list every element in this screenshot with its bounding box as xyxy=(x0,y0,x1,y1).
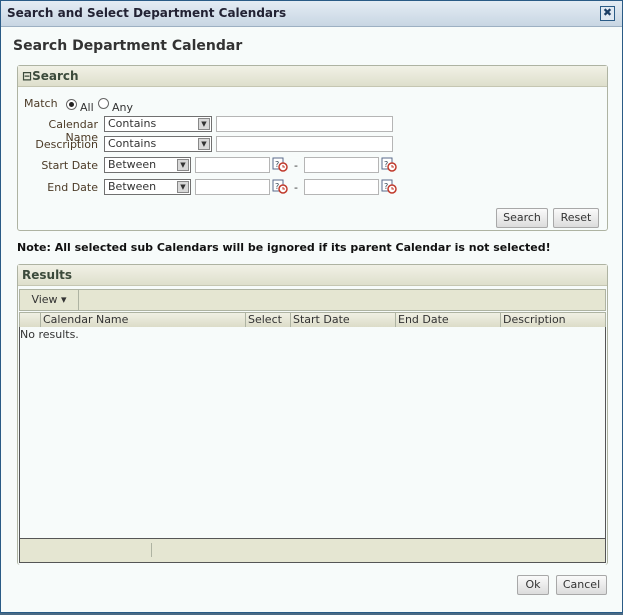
search-panel-header[interactable]: ⊟Search xyxy=(18,66,607,87)
match-all-radio[interactable] xyxy=(66,99,77,110)
chevron-down-icon: ▼ xyxy=(177,159,189,171)
range-separator: - xyxy=(294,159,298,172)
column-calendar-name[interactable]: Calendar Name xyxy=(40,313,245,327)
column-description[interactable]: Description xyxy=(500,313,607,327)
collapse-icon[interactable]: ⊟ xyxy=(22,69,32,83)
column-start-date[interactable]: Start Date xyxy=(290,313,395,327)
range-separator: - xyxy=(294,181,298,194)
status-divider xyxy=(151,543,152,557)
column-end-date[interactable]: End Date xyxy=(395,313,500,327)
cancel-button[interactable]: Cancel xyxy=(556,575,607,595)
calendar-picker-icon[interactable]: ? xyxy=(272,178,288,194)
match-all-label: All xyxy=(80,101,94,114)
calendar-picker-icon[interactable]: ? xyxy=(381,156,397,172)
chevron-down-icon: ▼ xyxy=(198,138,210,150)
column-select[interactable]: Select xyxy=(245,313,288,327)
description-label: Description xyxy=(35,138,98,151)
chevron-down-icon: ▼ xyxy=(177,181,189,193)
start-date-from-input[interactable] xyxy=(195,157,270,173)
search-panel: ⊟Search Match All Any Calendar Name Cont… xyxy=(17,65,608,231)
results-table-body: No results. xyxy=(19,327,606,539)
results-toolbar: View ▾ xyxy=(19,289,606,311)
match-label: Match xyxy=(24,97,58,110)
view-menu[interactable]: View ▾ xyxy=(20,290,79,310)
close-icon[interactable]: ✖ xyxy=(600,6,615,21)
note-text: Note: All selected sub Calendars will be… xyxy=(17,241,551,254)
start-date-operator-select[interactable]: Between ▼ xyxy=(104,157,191,173)
end-date-operator-select[interactable]: Between ▼ xyxy=(104,179,191,195)
calendar-picker-icon[interactable]: ? xyxy=(272,156,288,172)
results-status-bar xyxy=(19,539,606,563)
start-date-to-input[interactable] xyxy=(304,157,379,173)
end-date-to-input[interactable] xyxy=(304,179,379,195)
description-operator-select[interactable]: Contains ▼ xyxy=(104,136,212,152)
calendar-name-input[interactable] xyxy=(216,116,393,132)
chevron-down-icon: ▼ xyxy=(198,118,210,130)
ok-button[interactable]: Ok xyxy=(517,575,549,595)
results-panel-title: Results xyxy=(18,265,607,286)
dialog-titlebar[interactable]: Search and Select Department Calendars ✖ xyxy=(1,1,622,27)
start-date-label: Start Date xyxy=(41,159,98,172)
search-button[interactable]: Search xyxy=(496,208,548,228)
description-input[interactable] xyxy=(216,136,393,152)
end-date-label: End Date xyxy=(47,181,98,194)
dialog-title: Search and Select Department Calendars xyxy=(7,6,287,20)
dialog: Search and Select Department Calendars ✖… xyxy=(0,0,623,613)
empty-results-text: No results. xyxy=(20,328,79,341)
reset-button[interactable]: Reset xyxy=(553,208,599,228)
end-date-from-input[interactable] xyxy=(195,179,270,195)
calendar-picker-icon[interactable]: ? xyxy=(381,178,397,194)
search-panel-title: Search xyxy=(32,69,79,83)
page-title: Search Department Calendar xyxy=(13,38,243,54)
match-any-label: Any xyxy=(112,101,134,114)
results-table-header: Calendar Name Select Start Date End Date… xyxy=(19,312,606,328)
calendar-name-operator-select[interactable]: Contains ▼ xyxy=(104,116,212,132)
match-any-radio[interactable] xyxy=(98,98,109,109)
